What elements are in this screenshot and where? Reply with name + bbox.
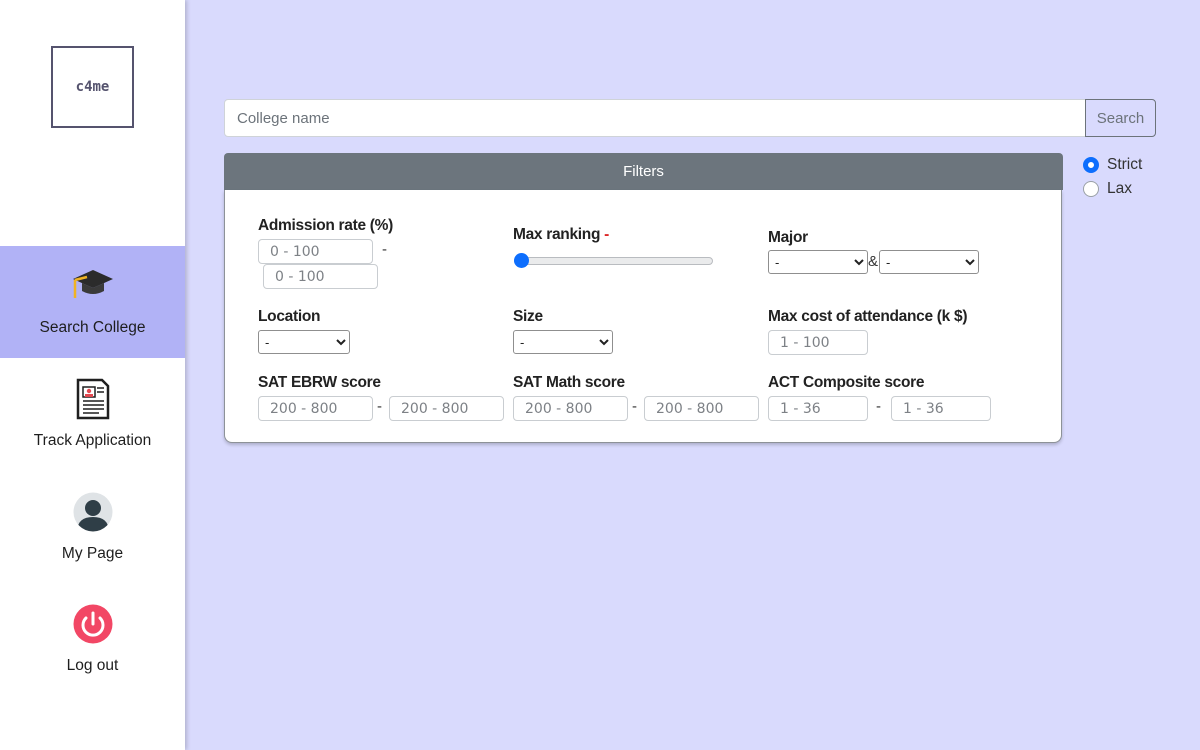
location-select[interactable]: - — [258, 330, 350, 354]
sat-ebrw-min-input[interactable] — [258, 396, 373, 421]
sat-math-min-input[interactable] — [513, 396, 628, 421]
sidebar-item-search-college[interactable]: Search College — [0, 246, 185, 358]
college-name-search-input[interactable] — [224, 99, 1086, 137]
max-cost-label: Max cost of attendance (k $) — [768, 308, 968, 325]
major-label: Major — [768, 229, 808, 246]
strict-radio[interactable] — [1083, 157, 1099, 173]
filters-panel: Admission rate (%) - Max ranking - Major… — [224, 190, 1062, 443]
search-button[interactable]: Search — [1085, 99, 1156, 137]
max-ranking-value: - — [604, 226, 610, 243]
major-second-select[interactable]: - — [879, 250, 979, 274]
sat-ebrw-max-input[interactable] — [389, 396, 504, 421]
match-mode-lax-option[interactable]: Lax — [1083, 180, 1132, 198]
document-icon — [71, 377, 115, 421]
sat-ebrw-label: SAT EBRW score — [258, 374, 381, 391]
max-ranking-label-text: Max ranking — [513, 226, 601, 243]
lax-radio-label: Lax — [1107, 180, 1132, 197]
sat-math-separator: - — [632, 398, 637, 415]
major-joiner: & — [868, 253, 879, 270]
size-label: Size — [513, 308, 543, 325]
major-first-select[interactable]: - — [768, 250, 868, 274]
max-cost-input[interactable] — [768, 330, 868, 355]
location-label: Location — [258, 308, 321, 325]
sat-math-label: SAT Math score — [513, 374, 625, 391]
sidebar-item-label: Search College — [39, 319, 146, 336]
admission-rate-label: Admission rate (%) — [258, 217, 393, 234]
admission-rate-separator: - — [382, 241, 387, 258]
sidebar-item-log-out[interactable]: Log out — [0, 584, 185, 696]
sat-math-max-input[interactable] — [644, 396, 759, 421]
app-logo[interactable]: c4me — [51, 46, 134, 128]
user-avatar-icon — [71, 490, 115, 534]
sidebar: c4me Search College Track Application My… — [0, 0, 185, 750]
act-max-input[interactable] — [891, 396, 991, 421]
power-icon — [71, 602, 115, 646]
max-ranking-slider-track[interactable] — [514, 257, 713, 265]
max-ranking-slider-thumb[interactable] — [514, 253, 529, 268]
match-mode-strict-option[interactable]: Strict — [1083, 156, 1142, 174]
graduation-cap-icon — [71, 264, 115, 308]
sidebar-item-label: My Page — [61, 545, 124, 562]
lax-radio[interactable] — [1083, 181, 1099, 197]
filters-toggle-header[interactable]: Filters — [224, 153, 1063, 190]
sidebar-item-label: Log out — [66, 657, 119, 674]
act-separator: - — [876, 398, 881, 415]
sat-ebrw-separator: - — [377, 398, 382, 415]
act-min-input[interactable] — [768, 396, 868, 421]
strict-radio-label: Strict — [1107, 156, 1143, 173]
admission-rate-min-input[interactable] — [258, 239, 373, 264]
sidebar-item-my-page[interactable]: My Page — [0, 472, 185, 584]
size-select[interactable]: - — [513, 330, 613, 354]
admission-rate-max-input[interactable] — [263, 264, 378, 289]
sidebar-item-label: Track Application — [33, 432, 152, 449]
sidebar-item-track-application[interactable]: Track Application — [0, 359, 185, 471]
act-composite-label: ACT Composite score — [768, 374, 925, 391]
max-ranking-label: Max ranking - — [513, 226, 609, 244]
